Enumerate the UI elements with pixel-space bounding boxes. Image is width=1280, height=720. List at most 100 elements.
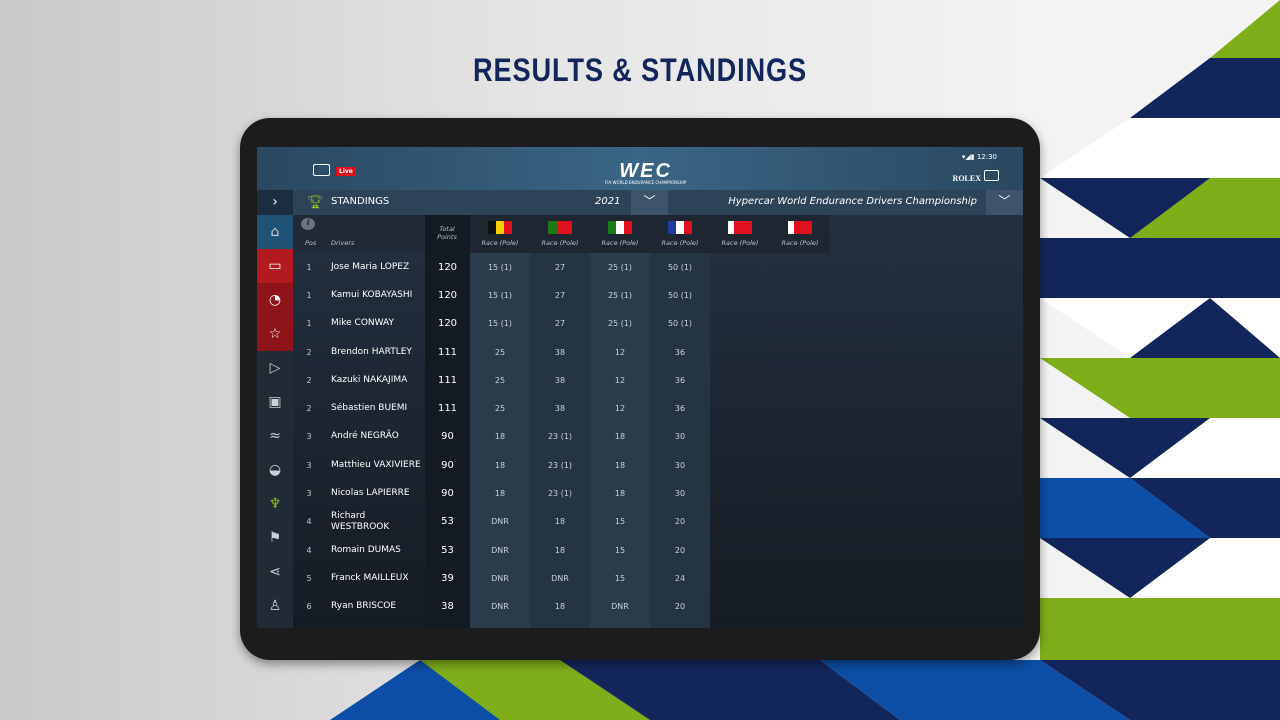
status-bar: ▾◢▮ 12:30 (961, 153, 997, 161)
total-points: 90 (441, 488, 454, 500)
race-4: 30 (674, 432, 686, 442)
pos: 2 (306, 347, 312, 357)
race-2: 38 (554, 375, 566, 385)
flag-france-icon (668, 221, 692, 234)
race-2: 18 (554, 517, 566, 527)
race-2: 18 (554, 545, 566, 555)
driver-name[interactable]: Jose Maria LOPEZ (325, 253, 425, 281)
race-2: 23 (1) (547, 460, 573, 470)
expand-sidebar-button[interactable]: › (257, 190, 293, 215)
total-points: 39 (441, 572, 454, 584)
pos: 1 (306, 319, 312, 329)
sidebar-item-share[interactable]: ⋖ (257, 555, 293, 589)
race-2: 38 (554, 347, 566, 357)
race-3: DNR (611, 602, 629, 612)
sidebar-item-user[interactable]: ♙ (257, 589, 293, 623)
driver-name[interactable]: Nicolas LAPIERRE (325, 479, 425, 507)
stopwatch-icon: ◔ (268, 292, 282, 308)
rolex-logo: ROLEX (952, 174, 981, 183)
race-1: 18 (494, 489, 506, 499)
helmet-icon: ◒ (268, 462, 282, 478)
race-1: 15 (1) (487, 290, 513, 300)
total-points: 90 (441, 431, 454, 443)
home-icon: ⌂ (270, 224, 280, 240)
driver-name[interactable]: Richard WESTBROOK (325, 508, 425, 536)
app-screen: Live WEC FIA WORLD ENDURANCE CHAMPIONSHIP… (257, 147, 1023, 628)
driver-name[interactable]: Luis Felipe (325, 621, 425, 628)
race-3: 12 (614, 375, 626, 385)
trophy-icon: ♆ (268, 496, 282, 512)
flag-belgium-icon (488, 221, 512, 234)
driver-name[interactable]: Mike CONWAY (325, 310, 425, 338)
sidebar-item-car[interactable]: ≈ (257, 419, 293, 453)
pos: 1 (306, 290, 312, 300)
flag-bahrain-icon (788, 221, 812, 234)
driver-name[interactable]: Franck MAILLEUX (325, 564, 425, 592)
pos: 5 (306, 573, 312, 583)
year-dropdown-chevron-icon[interactable]: ﹀ (631, 190, 668, 215)
race-4: 30 (674, 489, 686, 499)
clock: 12:30 (976, 153, 997, 161)
sidebar-item-video[interactable]: ▭ (257, 249, 293, 283)
race-2: 18 (554, 602, 566, 612)
gallery-icon: ▣ (268, 394, 282, 410)
total-points: 120 (437, 318, 458, 330)
sidebar-item-play[interactable]: ▷ (257, 351, 293, 385)
driver-name[interactable]: Brendon HARTLEY (325, 338, 425, 366)
sidebar-item-trophy[interactable]: ♆ (257, 487, 293, 521)
header-pos: Pos (305, 239, 317, 247)
race-3: 12 (614, 347, 626, 357)
pos: 3 (306, 489, 312, 499)
sidebar-item-stopwatch[interactable]: ◔ (257, 283, 293, 317)
race-3: 15 (614, 573, 626, 583)
sidebar-item-gallery[interactable]: ▣ (257, 385, 293, 419)
race-1: 25 (494, 347, 506, 357)
driver-name[interactable]: Ryan BRISCOE (325, 593, 425, 621)
race-1: DNR (491, 573, 509, 583)
cast-icon[interactable] (984, 170, 999, 181)
total-points: 120 (437, 261, 458, 273)
race-2: 27 (554, 290, 566, 300)
top-bar: Live WEC FIA WORLD ENDURANCE CHAMPIONSHIP… (257, 147, 1023, 190)
driver-name[interactable]: Matthieu VAXIVIERE (325, 451, 425, 479)
race-2: 27 (554, 262, 566, 272)
pos: 4 (306, 517, 312, 527)
pos: 2 (306, 404, 312, 414)
championship-value[interactable]: Hypercar World Endurance Drivers Champio… (728, 196, 977, 207)
race-1: 15 (1) (487, 262, 513, 272)
header-race-pole: Race (Pole) (541, 239, 579, 247)
trophy-icon: 🏆︎ (307, 195, 324, 210)
race-3: 25 (1) (607, 319, 633, 329)
championship-dropdown-chevron-icon[interactable]: ﹀ (986, 190, 1023, 215)
driver-name[interactable]: André NEGRÃO (325, 423, 425, 451)
race-3: 25 (1) (607, 290, 633, 300)
header-race-pole: Race (Pole) (481, 239, 519, 247)
header-race-pole: Race (Pole) (661, 239, 699, 247)
pos: 3 (306, 460, 312, 470)
race-3: 18 (614, 460, 626, 470)
race-1: 18 (494, 432, 506, 442)
header-race-pole: Race (Pole) (721, 239, 759, 247)
pos: 6 (306, 602, 312, 612)
sidebar-item-home[interactable]: ⌂ (257, 215, 293, 249)
driver-name[interactable]: Kamui KOBAYASHI (325, 281, 425, 309)
sidebar-item-star[interactable]: ☆ (257, 317, 293, 351)
total-points: 90 (441, 459, 454, 471)
wec-logo[interactable]: WEC FIA WORLD ENDURANCE CHAMPIONSHIP (605, 161, 686, 185)
race-4: 50 (1) (667, 290, 693, 300)
sidebar-item-helmet[interactable]: ◒ (257, 453, 293, 487)
sidebar-item-flag[interactable]: ⚑ (257, 521, 293, 555)
info-icon[interactable]: i (301, 218, 315, 230)
live-badge[interactable]: Live (336, 167, 356, 176)
pos: 1 (306, 262, 312, 272)
driver-name[interactable]: Kazuki NAKAJIMA (325, 366, 425, 394)
race-3: 15 (614, 517, 626, 527)
race-3 (590, 621, 650, 628)
pos: 2 (306, 375, 312, 385)
radio-icon[interactable] (313, 164, 330, 176)
driver-name[interactable]: Sébastien BUEMI (325, 395, 425, 423)
year-value[interactable]: 2021 (595, 196, 620, 207)
driver-name[interactable]: Romain DUMAS (325, 536, 425, 564)
race-1: DNR (491, 602, 509, 612)
user-icon: ♙ (268, 598, 282, 614)
